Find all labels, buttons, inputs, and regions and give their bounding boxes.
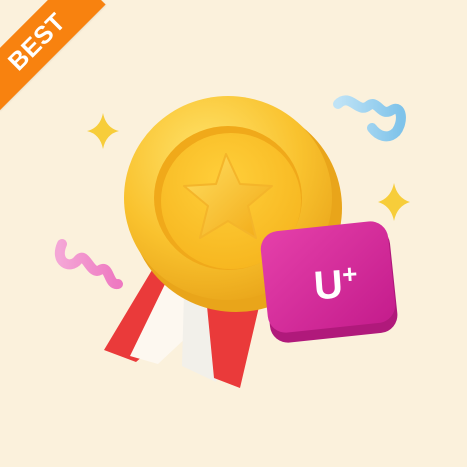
squiggle-blue-icon bbox=[333, 95, 406, 142]
brand-logo: U + bbox=[298, 258, 371, 311]
brand-logo-text: U bbox=[312, 262, 344, 308]
brand-logo-plus: + bbox=[341, 258, 358, 290]
promo-illustration: BEST U + bbox=[0, 0, 467, 467]
medal-artwork bbox=[55, 95, 410, 388]
sparkle-left-icon bbox=[87, 113, 119, 149]
sparkle-right-icon bbox=[378, 183, 410, 221]
squiggle-pink-icon bbox=[55, 239, 123, 289]
